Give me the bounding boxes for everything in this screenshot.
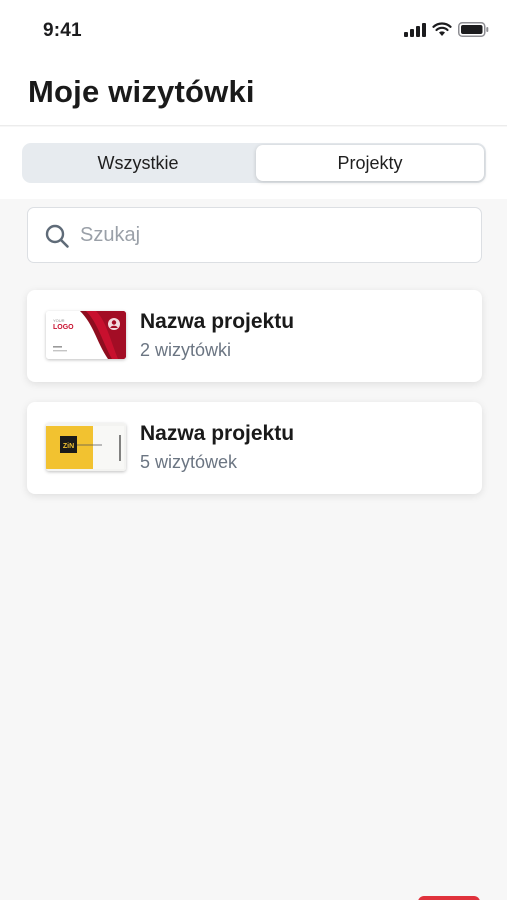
thumbnail-logo-text: ZiN <box>63 443 74 450</box>
add-button[interactable] <box>418 896 480 900</box>
header: Moje wizytówki <box>0 60 507 126</box>
signal-icon <box>404 22 426 37</box>
tab-wszystkie[interactable]: Wszystkie <box>22 143 254 183</box>
wifi-icon <box>432 22 452 36</box>
search-input[interactable] <box>80 208 470 262</box>
screen: 9:41 Moje wizytówki Wszystkie Projekty S… <box>0 0 507 900</box>
project-name: Nazwa projektu <box>140 310 295 333</box>
thumbnail-logo-text: LOGO <box>53 324 74 331</box>
tab-projekty[interactable]: Projekty <box>256 145 484 181</box>
status-icons <box>404 22 489 37</box>
page-title: Moje wizytówki <box>28 74 255 109</box>
tab-label: Wszystkie <box>97 152 179 173</box>
battery-icon <box>458 22 489 37</box>
project-card[interactable]: YOUR LOGO Nazwa projektu 2 wizytówki <box>27 290 482 382</box>
project-card-count: 2 wizytówki <box>140 340 232 360</box>
search-icon <box>45 224 69 248</box>
status-time: 9:41 <box>43 20 82 41</box>
project-card[interactable]: ZiN Nazwa projektu 5 wizytówek <box>27 402 482 494</box>
segment-area: Wszystkie Projekty <box>0 127 507 199</box>
project-name: Nazwa projektu <box>140 422 295 445</box>
tab-label: Projekty <box>337 152 403 173</box>
business-card-red-thumbnail: YOUR LOGO <box>46 311 126 359</box>
project-card-count: 5 wizytówek <box>140 452 238 472</box>
business-card-yellow-thumbnail: ZiN <box>46 423 126 471</box>
search-box[interactable] <box>27 207 482 263</box>
thumbnail-logo-small: YOUR <box>53 318 65 323</box>
segmented-control: Wszystkie Projekty <box>22 143 486 183</box>
status-bar: 9:41 <box>0 0 507 60</box>
